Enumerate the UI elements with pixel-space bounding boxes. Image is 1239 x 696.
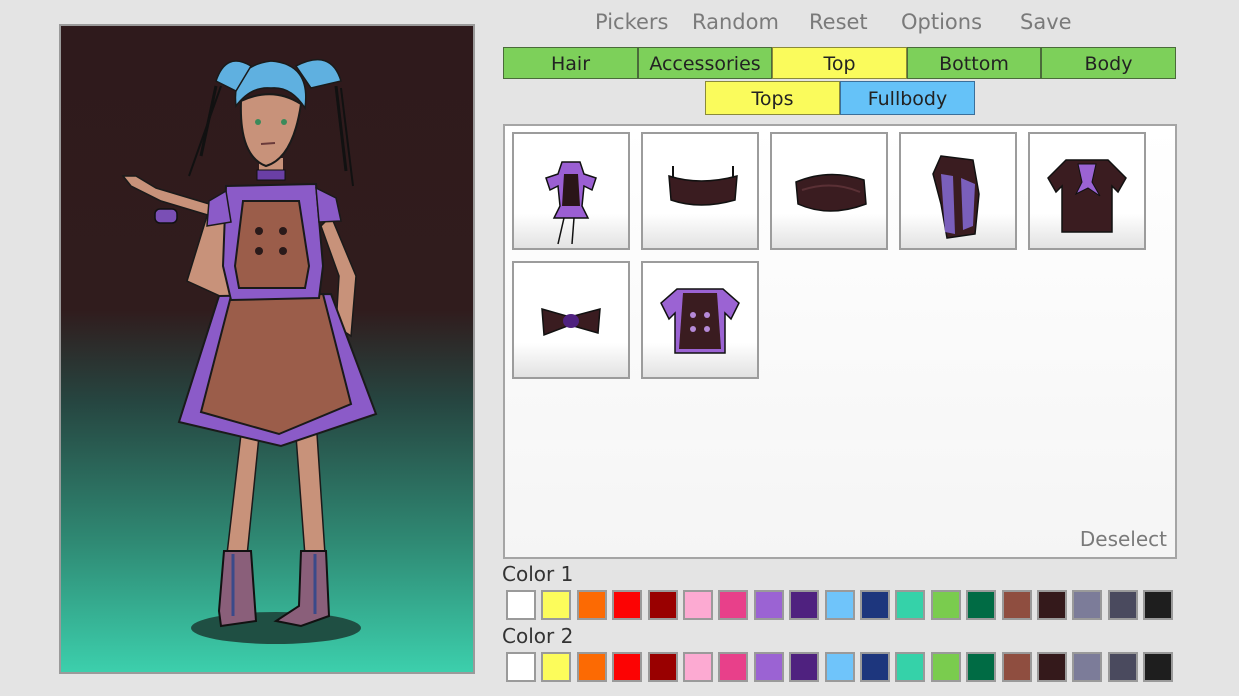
tab-tops[interactable]: Tops (705, 81, 840, 115)
color1-swatch[interactable] (576, 590, 607, 620)
character-preview (59, 24, 475, 674)
color2-swatch[interactable] (1072, 652, 1103, 682)
tab-hair[interactable]: Hair (503, 47, 638, 79)
color2-swatch[interactable] (753, 652, 784, 682)
bow-top-icon (541, 307, 601, 337)
color1-swatch[interactable] (647, 590, 678, 620)
draped-shawl-icon (932, 155, 980, 239)
corset-dress-item[interactable] (512, 132, 630, 250)
reset-button[interactable]: Reset (809, 10, 868, 34)
item-grid: Deselect (503, 124, 1177, 559)
color2-swatch[interactable] (506, 652, 536, 682)
draped-shawl-item[interactable] (899, 132, 1017, 250)
color1-swatch[interactable] (753, 590, 784, 620)
color2-swatch[interactable] (930, 652, 961, 682)
tab-bottom[interactable]: Bottom (907, 47, 1041, 79)
wrapped-tube-top-item[interactable] (770, 132, 888, 250)
color2-swatch[interactable] (1037, 652, 1067, 682)
color2-swatch[interactable] (576, 652, 607, 682)
color1-swatch[interactable] (895, 590, 926, 620)
color1-swatch[interactable] (1072, 590, 1103, 620)
scarf-blouse-item[interactable] (1028, 132, 1146, 250)
color1-swatch[interactable] (789, 590, 820, 620)
color2-swatch[interactable] (647, 652, 678, 682)
color2-swatch[interactable] (541, 652, 572, 682)
options-button[interactable]: Options (901, 10, 982, 34)
bandeau-bra-icon (668, 166, 738, 206)
pickers-button[interactable]: Pickers (595, 10, 669, 34)
color1-swatch[interactable] (824, 590, 855, 620)
character-figure (121, 58, 378, 644)
color2-swatch[interactable] (966, 652, 997, 682)
color2-swatch[interactable] (683, 652, 713, 682)
color2-swatch[interactable] (1107, 652, 1138, 682)
color2-swatch[interactable] (824, 652, 855, 682)
bandeau-bra-item[interactable] (641, 132, 759, 250)
category-tabs: Hair Accessories Top Bottom Body (503, 47, 1176, 81)
color2-swatch[interactable] (612, 652, 643, 682)
color2-palette (506, 652, 1176, 682)
color2-label: Color 2 (502, 624, 574, 648)
random-button[interactable]: Random (692, 10, 779, 34)
pinafore-vest-item[interactable] (641, 261, 759, 379)
color1-swatch[interactable] (541, 590, 572, 620)
color1-swatch[interactable] (1001, 590, 1032, 620)
wrapped-tube-top-icon (795, 173, 867, 212)
tab-accessories[interactable]: Accessories (638, 47, 772, 79)
deselect-button[interactable]: Deselect (1080, 527, 1167, 551)
color1-swatch[interactable] (683, 590, 713, 620)
color1-palette (506, 590, 1176, 620)
color1-swatch[interactable] (1143, 590, 1174, 620)
color2-swatch[interactable] (789, 652, 820, 682)
color1-swatch[interactable] (1037, 590, 1067, 620)
corset-dress-icon (545, 161, 597, 245)
tab-fullbody[interactable]: Fullbody (840, 81, 975, 115)
save-button[interactable]: Save (1020, 10, 1072, 34)
color2-swatch[interactable] (1143, 652, 1174, 682)
color1-label: Color 1 (502, 562, 574, 586)
color1-swatch[interactable] (506, 590, 536, 620)
color1-swatch[interactable] (966, 590, 997, 620)
color1-swatch[interactable] (930, 590, 961, 620)
tab-top[interactable]: Top (772, 47, 907, 79)
color2-swatch[interactable] (895, 652, 926, 682)
subcategory-tabs: Tops Fullbody (705, 81, 975, 115)
color2-swatch[interactable] (718, 652, 749, 682)
pinafore-vest-icon (660, 288, 740, 354)
color1-swatch[interactable] (1107, 590, 1138, 620)
color2-swatch[interactable] (860, 652, 890, 682)
color1-swatch[interactable] (612, 590, 643, 620)
color1-swatch[interactable] (718, 590, 749, 620)
scarf-blouse-icon (1047, 159, 1127, 233)
color2-swatch[interactable] (1001, 652, 1032, 682)
tab-body[interactable]: Body (1041, 47, 1176, 79)
color1-swatch[interactable] (860, 590, 890, 620)
bow-top-item[interactable] (512, 261, 630, 379)
